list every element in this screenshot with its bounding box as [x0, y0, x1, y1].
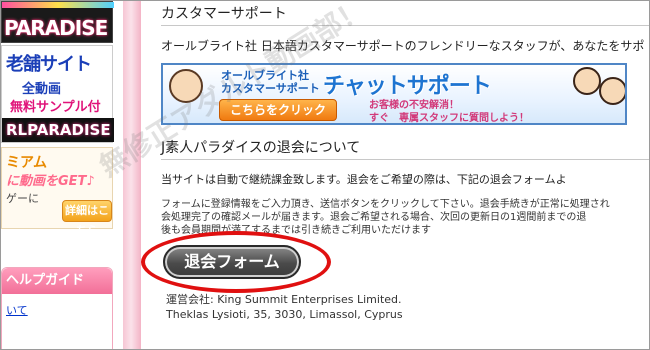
cancellation-description: 当サイトは自動で継続課金致します。退会をご希望の際は、下記の退会フォームよ — [161, 173, 567, 186]
page-frame: PARADISE 老舗サイト 全動画 無料サンプル付 RLPARADISE ミア… — [0, 0, 650, 350]
shinise-banner-line3: 無料サンプル付 — [10, 100, 101, 115]
cancel-form-button[interactable]: 退会フォーム — [163, 245, 301, 279]
chat-click-button[interactable]: こちらをクリック — [219, 99, 337, 121]
customer-support-description: オールブライト社 日本語カスタマーサポートのフレンドリーなスタッフが、あなたをサ… — [161, 39, 645, 53]
form-instructions-line3: 後も会員期間が満了するまでは引き続きご利用いただけます — [161, 225, 431, 236]
shinise-banner-line2: 全動画 — [22, 82, 62, 97]
company-info-line2: Theklas Lysioti, 35, 3030, Limassol, Cyp… — [166, 308, 403, 321]
premium-banner[interactable]: ミアム に動画をGET♪ ゲーに 詳細はこちら — [1, 147, 113, 237]
company-info-line1: 運営会社: King Summit Enterprises Limited. — [166, 293, 402, 306]
help-guide-link[interactable]: いて — [2, 302, 112, 318]
chat-banner-title: チャットサポート — [323, 74, 492, 99]
banner-color-bar — [2, 2, 114, 8]
premium-banner-title: ミアム — [6, 155, 48, 171]
cancellation-heading: J素人パラダイスの退会について — [161, 140, 361, 156]
help-guide-header[interactable]: ヘルプガイド — [2, 268, 112, 294]
premium-banner-tagline: に動画をGET♪ — [6, 174, 95, 189]
form-instructions-line1: フォームに登録情報をご入力頂き、送信ボタンをクリックして下さい。退会手続きが正常… — [161, 199, 610, 210]
shinise-banner-footer: RLPARADISE — [2, 118, 114, 142]
paradise-banner-text: PARADISE — [4, 16, 108, 40]
operator-avatar-icon — [169, 69, 203, 103]
main-content: カスタマーサポート オールブライト社 日本語カスタマーサポートのフレンドリーなス… — [141, 1, 649, 349]
help-guide-box: ヘルプガイド いて — [1, 267, 113, 349]
customer-support-heading: カスタマーサポート — [161, 6, 287, 22]
form-instructions-line2: 会処理完了の確認メールが届きます。退会ご希望される場合、次回の更新日の1週間前ま… — [161, 212, 587, 223]
chat-banner-company: オールブライト社 カスタマーサポート — [221, 69, 320, 95]
staff-avatar-icon — [573, 67, 601, 95]
chat-banner-message: お客様の不安解消！ すぐ 専属スタッフに質問しよう！ — [369, 99, 529, 124]
staff-avatar-icon — [599, 77, 625, 105]
shinise-banner-title: 老舗サイト — [6, 54, 92, 75]
chat-banner-message-line1: お客様の不安解消！ — [369, 100, 459, 111]
sidebar-divider — [123, 1, 141, 349]
chat-banner-message-line2: すぐ 専属スタッフに質問しよう！ — [369, 113, 529, 124]
chat-banner-company-line2: カスタマーサポート — [221, 82, 320, 95]
details-button[interactable]: 詳細はこちら — [62, 200, 112, 237]
chat-banner-company-line1: オールブライト社 — [221, 69, 309, 82]
chat-support-banner[interactable]: オールブライト社 カスタマーサポート チャットサポート こちらをクリック お客様… — [161, 63, 627, 125]
paradise-banner[interactable]: PARADISE — [1, 1, 114, 43]
company-info: 運営会社: King Summit Enterprises Limited. T… — [166, 292, 403, 322]
shinise-site-banner[interactable]: 老舗サイト 全動画 無料サンプル付 RLPARADISE — [1, 45, 114, 143]
premium-banner-note: ゲーに — [6, 192, 39, 205]
divider — [161, 25, 649, 26]
left-sidebar: PARADISE 老舗サイト 全動画 無料サンプル付 RLPARADISE ミア… — [1, 1, 123, 349]
divider — [161, 159, 649, 160]
form-instructions: フォームに登録情報をご入力頂き、送信ボタンをクリックして下さい。退会手続きが正常… — [161, 198, 649, 237]
